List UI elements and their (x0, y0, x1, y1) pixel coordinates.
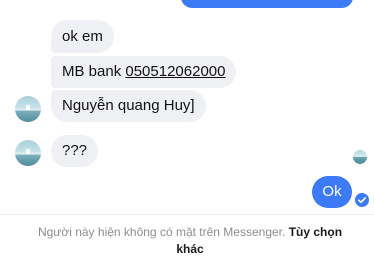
sent-check-icon (355, 193, 369, 207)
message-text: Ok (322, 183, 342, 200)
sent-message-bubble[interactable]: Ok (312, 176, 352, 208)
message-text: MB bank (62, 63, 126, 80)
received-message-bubble[interactable]: ok em (51, 20, 114, 53)
offline-notice: Người này hiện không có mặt trên Messeng… (30, 224, 350, 257)
divider (0, 214, 374, 215)
received-message-bubble[interactable]: Nguyễn quang Huy] (51, 90, 206, 122)
message-text: ??? (62, 142, 88, 159)
message-text: ok em (62, 28, 103, 45)
message-text: Nguyễn quang Huy] (62, 97, 195, 114)
contact-avatar[interactable] (15, 140, 41, 166)
seen-avatar-icon (353, 150, 367, 164)
notice-text: Người này hiện không có mặt trên Messeng… (37, 225, 286, 239)
received-message-bubble[interactable]: ??? (51, 135, 99, 167)
contact-avatar[interactable] (15, 96, 41, 122)
account-number-link[interactable]: 050512062000 (125, 63, 225, 80)
sent-message-bubble-partial[interactable] (181, 0, 353, 8)
chat-window: ok em MB bank 050512062000 Nguyễn quang … (0, 0, 374, 257)
received-message-bubble[interactable]: MB bank 050512062000 (51, 56, 237, 88)
